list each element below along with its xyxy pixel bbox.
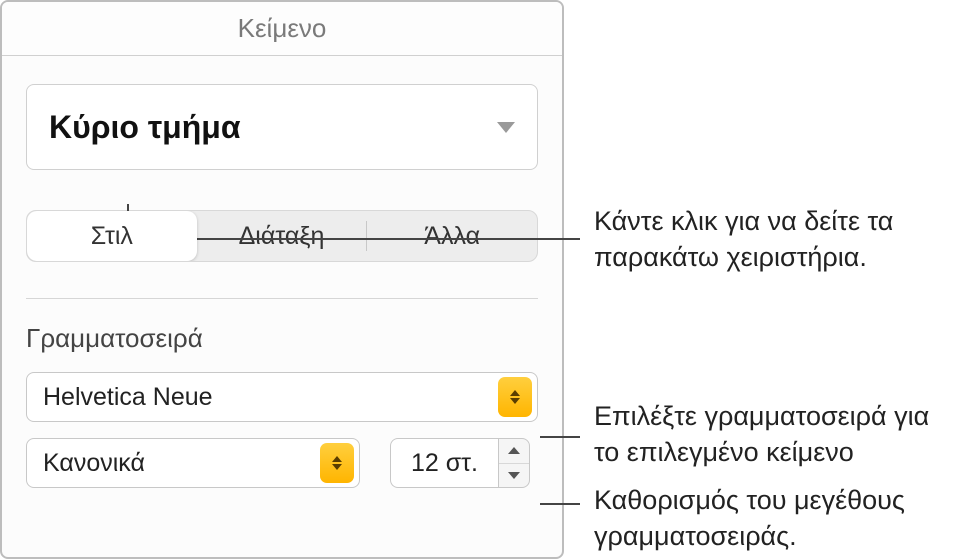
- caret-up-icon: [510, 390, 520, 396]
- font-size-input[interactable]: 12 στ.: [390, 438, 498, 488]
- callout-tabs: Κάντε κλικ για να δείτε τα παρακάτω χειρ…: [594, 203, 958, 276]
- chevron-down-icon: [497, 122, 515, 133]
- tab-layout-label: Διάταξη: [239, 222, 325, 251]
- tab-more[interactable]: Άλλα: [367, 211, 537, 261]
- font-style-size-row: Κανονικά 12 στ.: [26, 438, 538, 488]
- callout-line: [540, 503, 580, 505]
- paragraph-style-selector[interactable]: Κύριο τμήμα: [26, 84, 538, 170]
- tab-style-label: Στιλ: [91, 222, 133, 251]
- paragraph-style-label: Κύριο τμήμα: [49, 109, 241, 146]
- tab-more-label: Άλλα: [424, 222, 480, 251]
- tab-segmented-control: Στιλ Διάταξη Άλλα: [26, 210, 538, 262]
- font-style-select[interactable]: Κανονικά: [26, 438, 360, 488]
- panel-title: Κείμενο: [2, 2, 562, 56]
- font-size-stepper-up[interactable]: [499, 439, 529, 464]
- font-family-value: Helvetica Neue: [43, 383, 498, 412]
- section-divider: [26, 298, 538, 299]
- text-inspector-panel: Κείμενο Κύριο τμήμα Στιλ Διάταξη Άλλα Γρ…: [0, 0, 564, 559]
- tab-layout[interactable]: Διάταξη: [197, 211, 367, 261]
- callout-line: [540, 436, 580, 438]
- caret-up-icon: [332, 456, 342, 462]
- font-section-label: Γραμματοσειρά: [26, 323, 538, 354]
- font-size-stepper: [498, 438, 530, 488]
- callout-font-size: Καθορισμός του μεγέθους γραμματοσειράς.: [594, 482, 958, 555]
- popup-button-icon: [498, 377, 532, 417]
- font-size-value: 12 στ.: [411, 449, 478, 478]
- popup-button-icon: [320, 443, 354, 483]
- font-style-value: Κανονικά: [43, 449, 320, 478]
- caret-down-icon: [510, 398, 520, 404]
- panel-body: Κύριο τμήμα Στιλ Διάταξη Άλλα Γραμματοσε…: [2, 84, 562, 488]
- tab-style[interactable]: Στιλ: [27, 211, 197, 261]
- callout-font-family: Επιλέξτε γραμματοσειρά για το επιλεγμένο…: [594, 398, 958, 471]
- arrow-up-icon: [508, 447, 520, 454]
- font-size-group: 12 στ.: [390, 438, 530, 488]
- arrow-down-icon: [508, 472, 520, 479]
- caret-down-icon: [332, 464, 342, 470]
- font-size-stepper-down[interactable]: [499, 464, 529, 488]
- font-family-select[interactable]: Helvetica Neue: [26, 372, 538, 422]
